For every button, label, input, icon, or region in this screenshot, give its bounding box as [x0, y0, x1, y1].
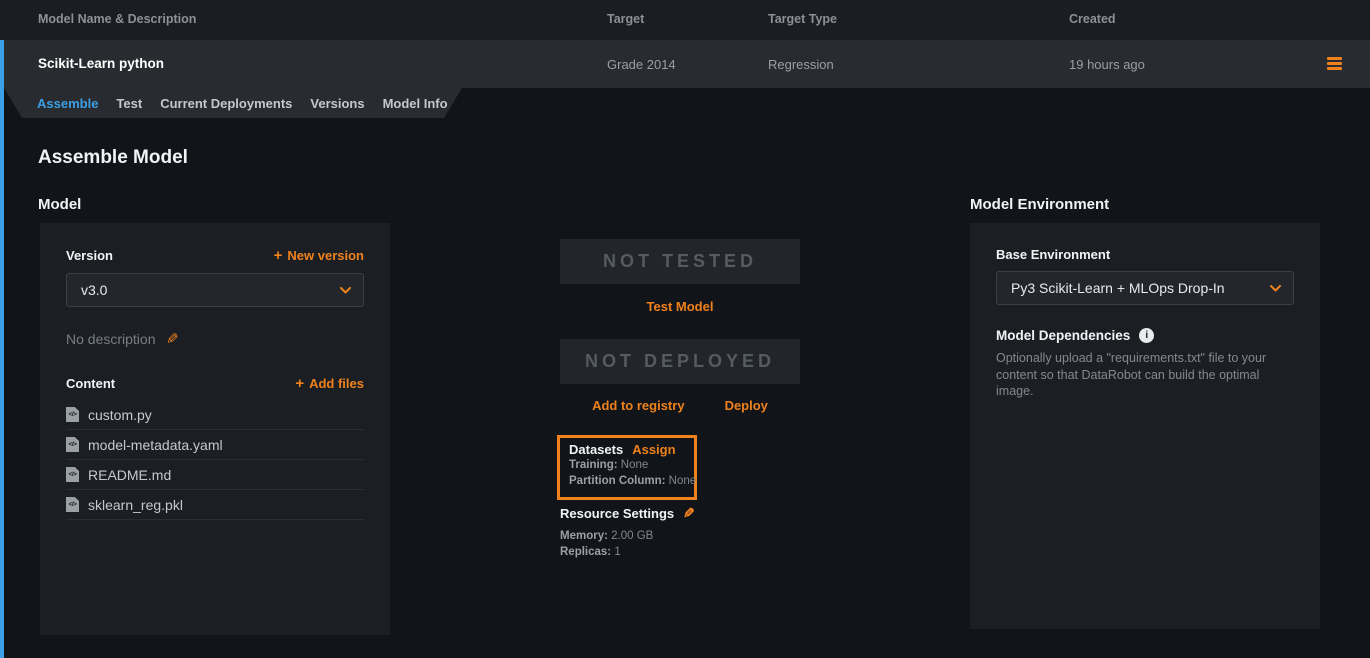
content-file-list: </> custom.py </> model-metadata.yaml </…	[66, 400, 364, 520]
col-target: Target	[607, 12, 644, 26]
tab-assemble[interactable]: Assemble	[37, 96, 98, 111]
file-name: sklearn_reg.pkl	[88, 497, 183, 513]
model-section-label: Model	[38, 196, 81, 213]
chevron-down-icon	[340, 287, 351, 294]
model-target-type: Regression	[768, 57, 834, 72]
dependencies-help-text: Optionally upload a "requirements.txt" f…	[996, 350, 1294, 400]
file-item: </> model-metadata.yaml	[66, 430, 364, 460]
base-environment-select[interactable]: Py3 Scikit-Learn + MLOps Drop-In	[996, 271, 1294, 305]
environment-card: Base Environment Py3 Scikit-Learn + MLOp…	[970, 223, 1320, 629]
code-file-icon: </>	[66, 437, 79, 452]
code-file-icon: </>	[66, 467, 79, 482]
base-environment-label: Base Environment	[996, 247, 1294, 262]
edit-resources-pencil-icon[interactable]: ✎	[683, 505, 695, 522]
version-value: v3.0	[81, 282, 107, 298]
model-target: Grade 2014	[607, 57, 676, 72]
add-files-button[interactable]: +Add files	[295, 375, 364, 392]
datasets-highlight-box: Datasets Assign Training: None Partition…	[557, 435, 697, 500]
table-header: Model Name & Description Target Target T…	[0, 0, 1370, 40]
tab-bar: Assemble Test Current Deployments Versio…	[4, 88, 462, 118]
datasets-label: Datasets	[569, 442, 623, 457]
col-model-name: Model Name & Description	[38, 12, 196, 26]
code-file-icon: </>	[66, 497, 79, 512]
not-tested-status-badge: NOT TESTED	[560, 239, 800, 284]
info-icon[interactable]: i	[1139, 328, 1154, 343]
replicas-label: Replicas:	[560, 546, 611, 558]
model-dependencies-label: Model Dependencies	[996, 328, 1130, 343]
file-item: </> custom.py	[66, 400, 364, 430]
version-label: Version	[66, 248, 113, 263]
memory-label: Memory:	[560, 530, 608, 542]
add-to-registry-button[interactable]: Add to registry	[592, 398, 684, 413]
code-file-icon: </>	[66, 407, 79, 422]
file-item: </> sklearn_reg.pkl	[66, 490, 364, 520]
page-title: Assemble Model	[38, 147, 188, 169]
model-created: 19 hours ago	[1069, 57, 1145, 72]
partition-column-value: None	[669, 475, 697, 487]
file-name: README.md	[88, 467, 171, 483]
col-target-type: Target Type	[768, 12, 837, 26]
deploy-button[interactable]: Deploy	[725, 398, 768, 413]
model-card: Version +New version v3.0 No description…	[40, 223, 390, 635]
content-label: Content	[66, 376, 115, 391]
replicas-value: 1	[614, 546, 620, 558]
training-label: Training:	[569, 459, 618, 471]
file-item: </> README.md	[66, 460, 364, 490]
plus-icon: +	[295, 375, 304, 392]
tab-current-deployments[interactable]: Current Deployments	[160, 96, 292, 111]
model-name: Scikit-Learn python	[38, 56, 164, 71]
no-description-text: No description	[66, 331, 156, 347]
file-name: custom.py	[88, 407, 152, 423]
new-version-button[interactable]: +New version	[274, 247, 364, 264]
training-value: None	[621, 459, 649, 471]
assign-dataset-button[interactable]: Assign	[632, 442, 675, 457]
file-name: model-metadata.yaml	[88, 437, 223, 453]
chevron-down-icon	[1270, 285, 1281, 292]
resource-settings-label: Resource Settings	[560, 506, 674, 521]
tab-versions[interactable]: Versions	[310, 96, 364, 111]
assemble-model-page: Model Name & Description Target Target T…	[0, 0, 1370, 658]
selected-row-accent-stripe	[0, 40, 4, 658]
resource-settings-section: Resource Settings ✎ Memory: 2.00 GB Repl…	[560, 505, 695, 560]
environment-section-label: Model Environment	[970, 196, 1109, 213]
col-created: Created	[1069, 12, 1116, 26]
tab-test[interactable]: Test	[116, 96, 142, 111]
edit-description-pencil-icon[interactable]: ✎	[166, 330, 179, 348]
memory-value: 2.00 GB	[611, 530, 653, 542]
not-deployed-status-badge: NOT DEPLOYED	[560, 339, 800, 384]
tab-model-info[interactable]: Model Info	[383, 96, 448, 111]
hamburger-menu-icon[interactable]	[1327, 57, 1342, 70]
version-select[interactable]: v3.0	[66, 273, 364, 307]
model-row[interactable]: Scikit-Learn python Grade 2014 Regressio…	[0, 40, 1370, 88]
plus-icon: +	[274, 247, 283, 264]
test-model-button[interactable]: Test Model	[560, 299, 800, 314]
partition-column-label: Partition Column:	[569, 475, 665, 487]
base-environment-value: Py3 Scikit-Learn + MLOps Drop-In	[1011, 280, 1225, 296]
